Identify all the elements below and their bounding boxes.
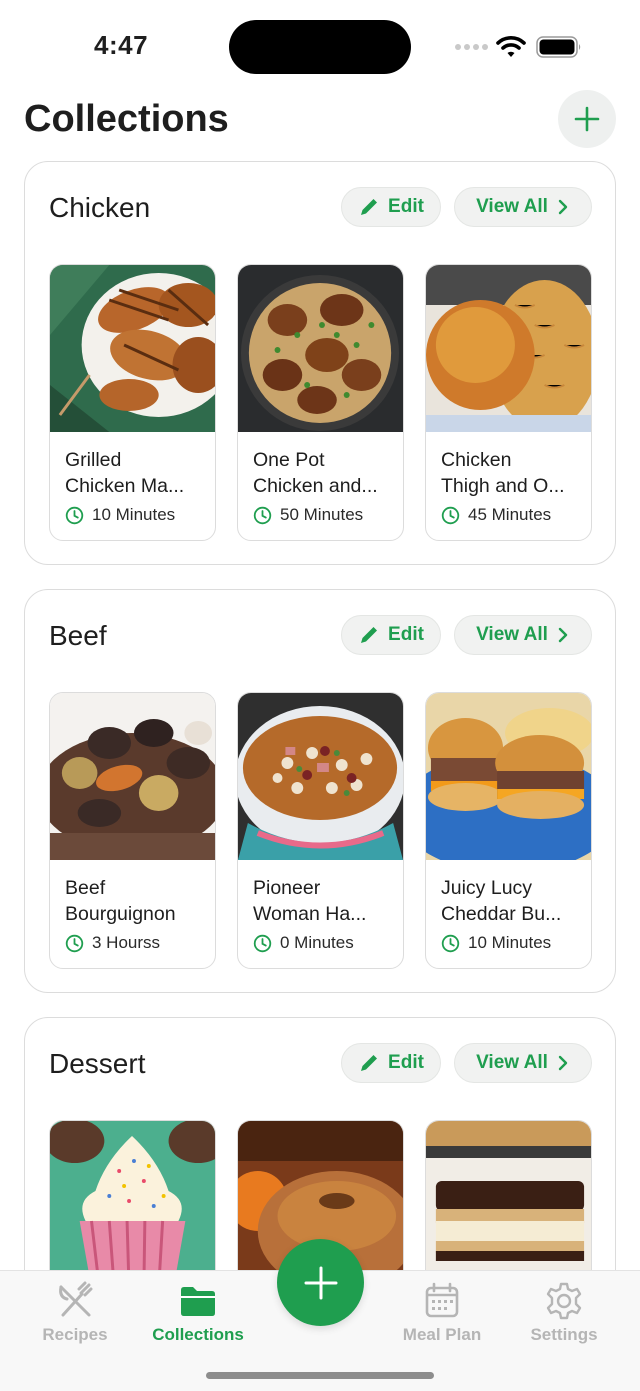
edit-label: Edit <box>388 196 424 217</box>
clock-icon <box>65 934 84 952</box>
tab-recipes[interactable]: Recipes <box>15 1281 135 1345</box>
tab-collections[interactable]: Collections <box>138 1281 258 1345</box>
pencil-icon <box>361 199 378 215</box>
recipe-name: Chicken Thigh and O... <box>441 449 565 497</box>
clock-icon <box>253 934 272 952</box>
chevron-right-icon <box>558 1055 568 1071</box>
tab-meal-plan[interactable]: Meal Plan <box>382 1281 502 1345</box>
add-recipe-fab[interactable] <box>277 1239 364 1326</box>
cellular-signal-icon <box>455 44 488 50</box>
recipe-name: Pioneer Woman Ha... <box>253 877 367 925</box>
view-all-button[interactable]: View All <box>454 615 592 655</box>
recipe-image-eclair-cake <box>426 1121 591 1288</box>
chevron-right-icon <box>558 199 568 215</box>
tab-label: Settings <box>530 1325 598 1344</box>
status-bar: 4:47 <box>0 0 640 92</box>
collection-title: Beef <box>49 620 107 651</box>
plus-icon <box>304 1266 337 1299</box>
edit-label: Edit <box>388 1052 424 1073</box>
wifi-icon <box>496 36 526 57</box>
page-title: Collections <box>24 98 229 140</box>
clock-icon <box>441 506 460 524</box>
view-all-button[interactable]: View All <box>454 187 592 227</box>
tab-label: Meal Plan <box>402 1325 482 1344</box>
recipe-time: 3 Hourss <box>65 933 160 953</box>
pencil-icon <box>361 1055 378 1071</box>
view-all-label: View All <box>476 624 548 645</box>
recipe-name: Juicy Lucy Cheddar Bu... <box>441 877 562 925</box>
collection-card-beef: Beef Edit View All Beef Bourguignon 3 Ho… <box>24 589 616 993</box>
calendar-icon <box>425 1282 459 1318</box>
recipe-card[interactable]: Beef Bourguignon 3 Hourss <box>49 692 216 969</box>
view-all-button[interactable]: View All <box>454 1043 592 1083</box>
edit-collection-button[interactable]: Edit <box>341 1043 441 1083</box>
recipe-time: 0 Minutes <box>253 933 354 953</box>
recipe-image-juicy-lucy-burger <box>426 693 591 860</box>
clock-icon <box>441 934 460 952</box>
recipe-time: 45 Minutes <box>441 505 551 525</box>
tab-label: Collections <box>152 1325 244 1344</box>
edit-collection-button[interactable]: Edit <box>341 615 441 655</box>
edit-collection-button[interactable]: Edit <box>341 187 441 227</box>
clock-icon <box>253 506 272 524</box>
gear-icon <box>546 1282 582 1320</box>
add-collection-button[interactable] <box>558 90 616 148</box>
chevron-right-icon <box>558 627 568 643</box>
pencil-icon <box>361 627 378 643</box>
status-time: 4:47 <box>94 30 149 60</box>
recipe-image-cupcake <box>50 1121 215 1288</box>
dynamic-island <box>229 20 411 74</box>
recipe-card[interactable]: Pioneer Woman Ha... 0 Minutes <box>237 692 404 969</box>
fork-knife-icon <box>59 1281 93 1317</box>
recipe-card[interactable]: Grilled Chicken Ma... 10 Minutes <box>49 264 216 541</box>
view-all-label: View All <box>476 1052 548 1073</box>
edit-label: Edit <box>388 624 424 645</box>
collection-title: Chicken <box>49 192 151 223</box>
tab-label: Recipes <box>42 1325 108 1344</box>
battery-icon <box>536 36 581 58</box>
recipe-image-beef-bourguignon <box>50 693 215 860</box>
recipe-image-ham-bean-soup <box>238 693 403 860</box>
recipe-card[interactable]: One Pot Chicken and... 50 Minutes <box>237 264 404 541</box>
recipe-image-grilled-chicken <box>50 265 215 432</box>
home-indicator <box>206 1372 434 1379</box>
folder-icon <box>181 1287 215 1316</box>
clock-icon <box>65 506 84 524</box>
recipe-image-chicken-thigh-orzo <box>426 265 591 432</box>
tab-settings[interactable]: Settings <box>504 1281 624 1345</box>
recipe-card[interactable]: Juicy Lucy Cheddar Bu... 10 Minutes <box>425 692 592 969</box>
recipe-image-one-pot-chicken <box>238 265 403 432</box>
recipe-time: 10 Minutes <box>441 933 551 953</box>
view-all-label: View All <box>476 196 548 217</box>
collection-title: Dessert <box>49 1048 146 1079</box>
collection-card-chicken: Chicken Edit View All Grilled Chicken Ma… <box>24 161 616 565</box>
plus-icon <box>574 106 600 132</box>
recipe-time: 10 Minutes <box>65 505 175 525</box>
recipe-name: Grilled Chicken Ma... <box>65 449 185 497</box>
recipe-time: 50 Minutes <box>253 505 363 525</box>
recipe-name: Beef Bourguignon <box>65 877 176 925</box>
recipe-name: One Pot Chicken and... <box>253 449 378 497</box>
recipe-card[interactable]: Chicken Thigh and O... 45 Minutes <box>425 264 592 541</box>
